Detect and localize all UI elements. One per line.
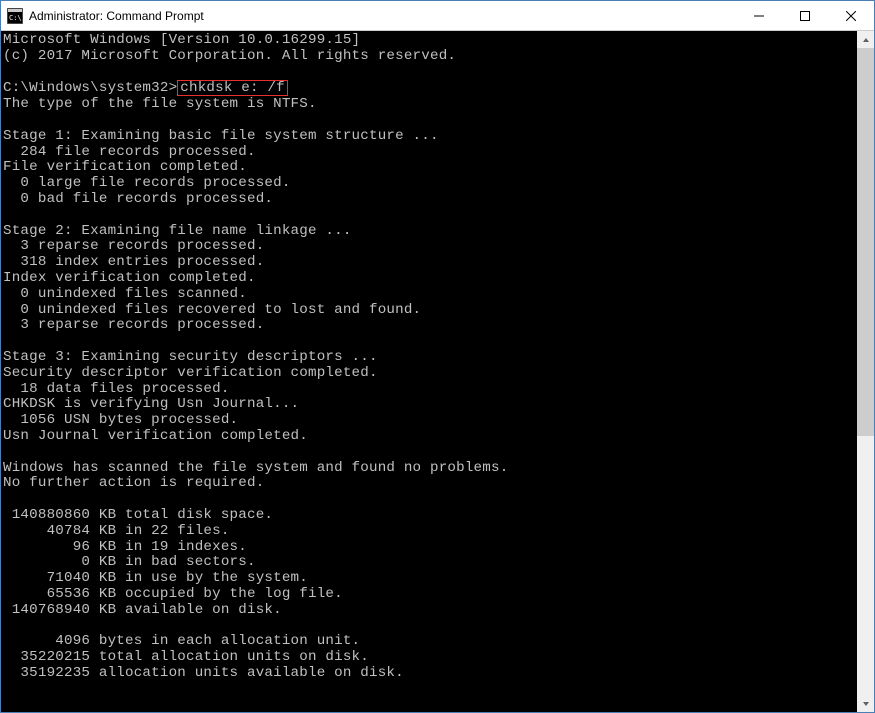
output-line: 40784 KB in 22 files.	[3, 523, 230, 539]
output-line: Microsoft Windows [Version 10.0.16299.15…	[3, 32, 360, 48]
output-line: Stage 1: Examining basic file system str…	[3, 128, 439, 144]
output-line: No further action is required.	[3, 475, 264, 491]
svg-text:C:\: C:\	[9, 14, 22, 22]
output-line: Windows has scanned the file system and …	[3, 460, 508, 476]
output-line: 1056 USN bytes processed.	[3, 412, 238, 428]
scroll-up-arrow[interactable]	[857, 31, 874, 48]
window-title: Administrator: Command Prompt	[29, 9, 736, 23]
close-button[interactable]	[828, 1, 874, 30]
output-line: 65536 KB occupied by the log file.	[3, 586, 343, 602]
output-line: 318 index entries processed.	[3, 254, 264, 270]
terminal-output[interactable]: Microsoft Windows [Version 10.0.16299.15…	[1, 31, 857, 712]
output-line: The type of the file system is NTFS.	[3, 96, 317, 112]
output-line: 0 bad file records processed.	[3, 191, 273, 207]
output-line: Usn Journal verification completed.	[3, 428, 308, 444]
output-line: 0 unindexed files recovered to lost and …	[3, 302, 421, 318]
output-line: 96 KB in 19 indexes.	[3, 539, 247, 555]
scrollbar-thumb[interactable]	[857, 48, 874, 436]
output-line: Stage 3: Examining security descriptors …	[3, 349, 378, 365]
output-line: CHKDSK is verifying Usn Journal...	[3, 396, 299, 412]
output-line: Stage 2: Examining file name linkage ...	[3, 223, 352, 239]
output-line: 3 reparse records processed.	[3, 317, 264, 333]
maximize-button[interactable]	[782, 1, 828, 30]
output-line: Security descriptor verification complet…	[3, 365, 378, 381]
output-line: 0 large file records processed.	[3, 175, 291, 191]
scroll-down-arrow[interactable]	[857, 695, 874, 712]
content-area: Microsoft Windows [Version 10.0.16299.15…	[1, 31, 874, 712]
scrollbar-track[interactable]	[857, 48, 874, 695]
output-line: 0 KB in bad sectors.	[3, 554, 256, 570]
minimize-button[interactable]	[736, 1, 782, 30]
output-line: 0 unindexed files scanned.	[3, 286, 247, 302]
output-line: 3 reparse records processed.	[3, 238, 264, 254]
output-line: 35192235 allocation units available on d…	[3, 665, 404, 681]
output-line: 4096 bytes in each allocation unit.	[3, 633, 360, 649]
highlighted-command: chkdsk e: /f	[177, 80, 288, 96]
output-line: 140768940 KB available on disk.	[3, 602, 282, 618]
output-line: 71040 KB in use by the system.	[3, 570, 308, 586]
cmd-icon: C:\	[7, 8, 23, 24]
output-line: 284 file records processed.	[3, 144, 256, 160]
prompt: C:\Windows\system32>	[3, 80, 177, 96]
command-prompt-window: C:\ Administrator: Command Prompt Micros…	[0, 0, 875, 713]
output-line: 35220215 total allocation units on disk.	[3, 649, 369, 665]
output-line: Index verification completed.	[3, 270, 256, 286]
window-controls	[736, 1, 874, 30]
output-line: 140880860 KB total disk space.	[3, 507, 273, 523]
output-line: 18 data files processed.	[3, 381, 230, 397]
titlebar[interactable]: C:\ Administrator: Command Prompt	[1, 1, 874, 31]
vertical-scrollbar[interactable]	[857, 31, 874, 712]
output-line: File verification completed.	[3, 159, 247, 175]
output-line: (c) 2017 Microsoft Corporation. All righ…	[3, 48, 456, 64]
